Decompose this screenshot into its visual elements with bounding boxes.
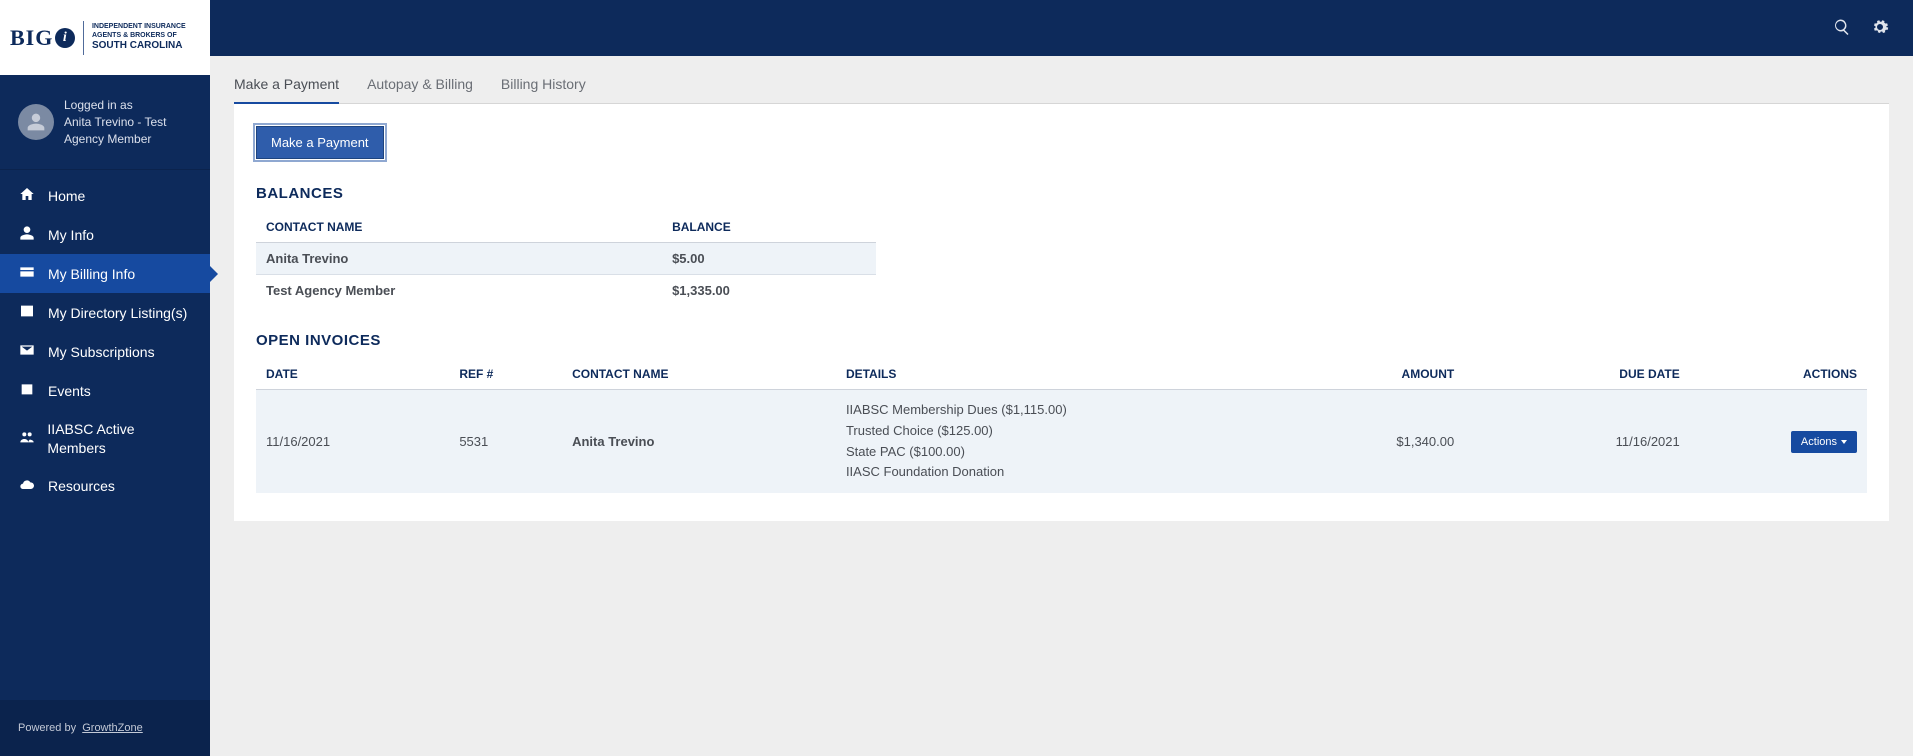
- col-due-date: DUE DATE: [1464, 359, 1690, 390]
- col-balance: BALANCE: [662, 212, 876, 243]
- id-card-icon: [18, 303, 36, 322]
- col-contact-name: CONTACT NAME: [562, 359, 836, 390]
- cell-date: 11/16/2021: [256, 390, 449, 494]
- sidebar-item-home[interactable]: Home: [0, 176, 210, 215]
- search-icon[interactable]: [1833, 18, 1851, 39]
- cell-amount: $1,340.00: [1287, 390, 1464, 494]
- main: Make a Payment Autopay & Billing Billing…: [210, 0, 1913, 756]
- logo-i-icon: i: [55, 28, 75, 48]
- detail-line: IIASC Foundation Donation: [846, 462, 1277, 483]
- table-row: Anita Trevino $5.00: [256, 243, 876, 275]
- topbar: [210, 0, 1913, 56]
- home-icon: [18, 186, 36, 205]
- logo-text: BIG i: [10, 25, 75, 51]
- detail-line: State PAC ($100.00): [846, 442, 1277, 463]
- col-date: DATE: [256, 359, 449, 390]
- cell-balance: $1,335.00: [662, 275, 876, 307]
- gear-icon[interactable]: [1871, 18, 1889, 39]
- tabs: Make a Payment Autopay & Billing Billing…: [234, 76, 1889, 104]
- make-payment-button[interactable]: Make a Payment: [256, 126, 384, 159]
- logo-separator: [83, 21, 84, 55]
- cell-ref: 5531: [449, 390, 562, 494]
- sidebar-item-label: Events: [48, 383, 91, 399]
- sidebar-item-resources[interactable]: Resources: [0, 467, 210, 506]
- open-invoices-title: OPEN INVOICES: [256, 332, 1867, 349]
- sidebar-item-label: My Directory Listing(s): [48, 305, 187, 321]
- avatar: [18, 104, 54, 140]
- balances-table: CONTACT NAME BALANCE Anita Trevino $5.00…: [256, 212, 876, 306]
- vendor-link[interactable]: GrowthZone: [82, 722, 143, 734]
- sidebar-item-my-info[interactable]: My Info: [0, 215, 210, 254]
- cell-actions: Actions: [1690, 390, 1867, 494]
- tab-make-payment[interactable]: Make a Payment: [234, 76, 339, 104]
- col-ref: REF #: [449, 359, 562, 390]
- tab-billing-history[interactable]: Billing History: [501, 76, 586, 103]
- logo: BIG i INDEPENDENT INSURANCE AGENTS & BRO…: [0, 0, 210, 75]
- cell-contact-name: Test Agency Member: [256, 275, 662, 307]
- col-contact-name: CONTACT NAME: [256, 212, 662, 243]
- sidebar: BIG i INDEPENDENT INSURANCE AGENTS & BRO…: [0, 0, 210, 756]
- tab-autopay-billing[interactable]: Autopay & Billing: [367, 76, 473, 103]
- sidebar-item-label: My Subscriptions: [48, 344, 155, 360]
- col-details: DETAILS: [836, 359, 1287, 390]
- user-block: Logged in as Anita Trevino - Test Agency…: [0, 75, 210, 170]
- user-text: Logged in as Anita Trevino - Test Agency…: [64, 97, 167, 147]
- powered-by-label: Powered by: [18, 722, 76, 734]
- cell-contact-name: Anita Trevino: [256, 243, 662, 275]
- cell-details: IIABSC Membership Dues ($1,115.00) Trust…: [836, 390, 1287, 494]
- envelope-icon: [18, 342, 36, 361]
- sidebar-item-events[interactable]: Events: [0, 371, 210, 410]
- cell-contact-name: Anita Trevino: [562, 390, 836, 494]
- sidebar-item-iiabsc-members[interactable]: IIABSC Active Members: [0, 410, 210, 466]
- actions-label: Actions: [1801, 436, 1837, 448]
- sidebar-item-my-subscriptions[interactable]: My Subscriptions: [0, 332, 210, 371]
- detail-line: IIABSC Membership Dues ($1,115.00): [846, 400, 1277, 421]
- logo-sub-line1: INDEPENDENT INSURANCE AGENTS & BROKERS O…: [92, 23, 200, 40]
- table-row: Test Agency Member $1,335.00: [256, 275, 876, 307]
- cell-balance: $5.00: [662, 243, 876, 275]
- actions-button[interactable]: Actions: [1791, 431, 1857, 453]
- panel: Make a Payment BALANCES CONTACT NAME BAL…: [234, 104, 1889, 521]
- user-name-line2: Agency Member: [64, 131, 167, 148]
- table-row: 11/16/2021 5531 Anita Trevino IIABSC Mem…: [256, 390, 1867, 494]
- detail-line: Trusted Choice ($125.00): [846, 421, 1277, 442]
- logo-subtitle: INDEPENDENT INSURANCE AGENTS & BROKERS O…: [92, 23, 200, 52]
- logged-in-label: Logged in as: [64, 97, 167, 114]
- user-icon: [26, 112, 46, 132]
- logo-sub-line2: SOUTH CAROLINA: [92, 40, 200, 52]
- sidebar-item-my-directory[interactable]: My Directory Listing(s): [0, 293, 210, 332]
- cloud-icon: [18, 477, 36, 496]
- sidebar-item-label: IIABSC Active Members: [47, 420, 192, 456]
- col-amount: AMOUNT: [1287, 359, 1464, 390]
- sidebar-item-my-billing-info[interactable]: My Billing Info: [0, 254, 210, 293]
- invoices-table: DATE REF # CONTACT NAME DETAILS AMOUNT D…: [256, 359, 1867, 493]
- user-name-line1: Anita Trevino - Test: [64, 114, 167, 131]
- col-actions: ACTIONS: [1690, 359, 1867, 390]
- users-icon: [18, 429, 35, 448]
- sidebar-item-label: Resources: [48, 478, 115, 494]
- nav: Home My Info My Billing Info My Director…: [0, 170, 210, 505]
- balances-title: BALANCES: [256, 185, 1867, 202]
- caret-down-icon: [1841, 440, 1847, 444]
- sidebar-item-label: My Info: [48, 227, 94, 243]
- logo-big-text: BIG: [10, 25, 53, 51]
- sidebar-item-label: Home: [48, 188, 85, 204]
- sidebar-item-label: My Billing Info: [48, 266, 135, 282]
- credit-card-icon: [18, 264, 36, 283]
- sidebar-footer: Powered by GrowthZone: [0, 700, 210, 756]
- user-solid-icon: [18, 225, 36, 244]
- calendar-icon: [18, 381, 36, 400]
- content: Make a Payment Autopay & Billing Billing…: [210, 56, 1913, 541]
- cell-due-date: 11/16/2021: [1464, 390, 1690, 494]
